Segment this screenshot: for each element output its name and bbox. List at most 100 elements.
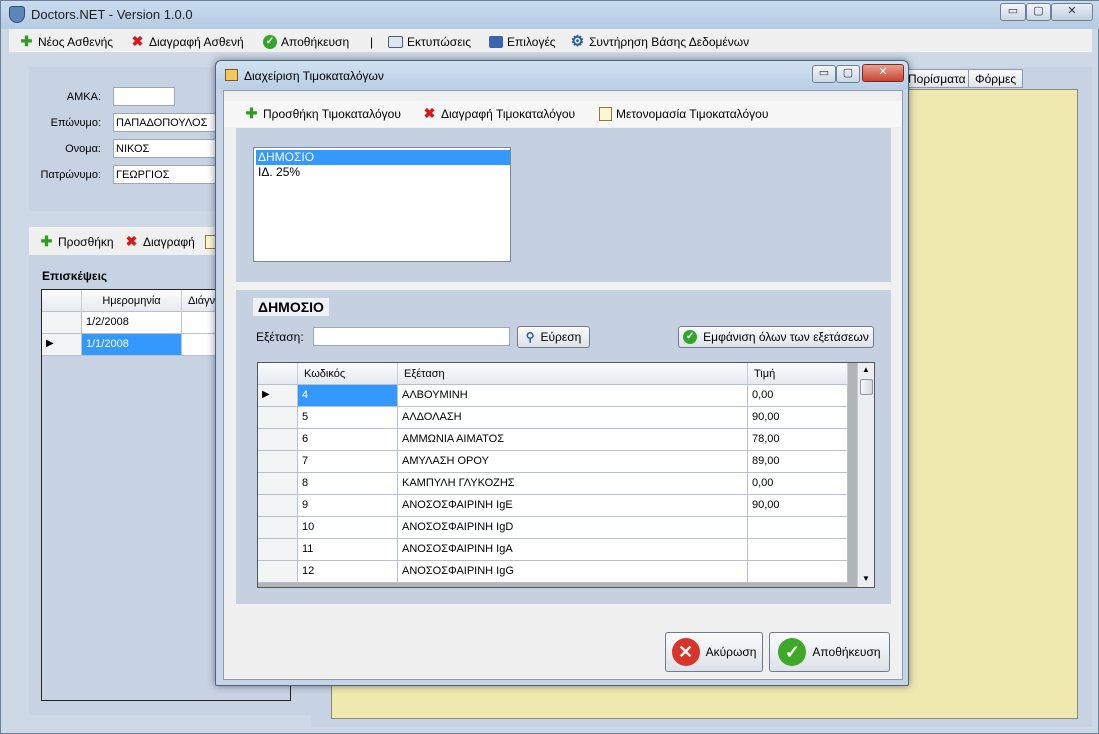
save-check-icon: ✓	[778, 638, 807, 666]
exam-code-cell[interactable]: 11	[298, 539, 398, 561]
pricelist-listbox[interactable]: ΔΗΜΟΣΙΟ ΙΔ. 25%	[253, 147, 511, 262]
row-header[interactable]	[258, 429, 298, 451]
show-all-exams-label: Εμφάνιση όλων των εξετάσεων	[703, 330, 869, 344]
search-label: Εύρεση	[540, 330, 582, 344]
db-maintenance-label: Συντήρηση Βάσης Δεδομένων	[589, 34, 750, 49]
surname-label: Επώνυμο:	[50, 117, 101, 129]
row-header[interactable]: ▶	[258, 385, 298, 407]
exam-name-cell[interactable]: ΑΝΟΣΟΣΦΑΙΡΙΝΗ IgD	[398, 517, 748, 539]
row-header[interactable]	[258, 561, 298, 583]
exam-search-input[interactable]	[313, 327, 510, 346]
scroll-up-icon[interactable]: ▲	[862, 365, 870, 374]
exam-name-cell[interactable]: ΑΛΔΟΛΑΣΗ	[398, 407, 748, 429]
tab-findings[interactable]: Πορίσματα	[901, 69, 973, 88]
tab-forms[interactable]: Φόρμες	[968, 69, 1024, 88]
rename-pricelist-button[interactable]: Μετονομασία Τιμοκαταλόγου	[599, 105, 768, 122]
new-patient-label: Νέος Ασθενής	[38, 34, 114, 49]
name-label: Ονομα:	[65, 143, 101, 155]
dialog-close-button[interactable]: ✕	[862, 64, 904, 82]
add-pricelist-label: Προσθήκη Τιμοκαταλόγου	[263, 106, 401, 121]
row-header[interactable]	[258, 517, 298, 539]
pricelist-item[interactable]: ΔΗΜΟΣΙΟ	[256, 150, 510, 165]
exam-name-cell[interactable]: ΑΜΥΛΑΣΗ ΟΡΟΥ	[398, 451, 748, 473]
options-button[interactable]: Επιλογές	[489, 33, 556, 50]
new-patient-button[interactable]: ✚ Νέος Ασθενής	[19, 33, 113, 50]
column-header-date[interactable]: Ημερομηνία	[82, 290, 182, 312]
exam-code-cell[interactable]: 9	[298, 495, 398, 517]
row-header[interactable]	[258, 495, 298, 517]
maximize-button[interactable]: ▢	[1026, 3, 1051, 21]
exam-price-cell[interactable]: 78,00	[748, 429, 848, 451]
scroll-down-icon[interactable]: ▼	[862, 574, 870, 583]
close-button[interactable]: ✕	[1051, 3, 1093, 21]
pricelist-toolbar: ✚ Προσθήκη Τιμοκαταλόγου ✖ Διαγραφή Τιμοκα…	[224, 101, 902, 127]
delete-patient-button[interactable]: ✖ Διαγραφή Ασθενή	[130, 33, 244, 50]
rename-icon	[599, 106, 612, 121]
exam-price-cell[interactable]	[748, 539, 848, 561]
db-maintenance-button[interactable]: ⚙ Συντήρηση Βάσης Δεδομένων	[570, 33, 749, 50]
exam-code-cell[interactable]: 7	[298, 451, 398, 473]
search-button[interactable]: ⚲ Εύρεση	[517, 326, 590, 348]
exam-code-cell[interactable]: 10	[298, 517, 398, 539]
row-header[interactable]	[42, 312, 82, 334]
delete-visit-button[interactable]: ✖ Διαγραφή	[124, 233, 195, 250]
show-all-exams-button[interactable]: ✓ Εμφάνιση όλων των εξετάσεων	[678, 326, 874, 348]
dialog-save-label: Αποθήκευση	[812, 645, 881, 659]
column-header-price[interactable]: Τιμή	[748, 363, 848, 385]
dialog-save-button[interactable]: ✓ Αποθήκευση	[769, 632, 890, 672]
cancel-button[interactable]: ✕ Ακύρωση	[665, 632, 763, 672]
exam-price-cell[interactable]	[748, 561, 848, 583]
row-header[interactable]	[258, 451, 298, 473]
exam-name-cell[interactable]: ΑΝΟΣΟΣΦΑΙΡΙΝΗ IgG	[398, 561, 748, 583]
exam-name-cell[interactable]: ΑΝΟΣΟΣΦΑΙΡΙΝΗ IgE	[398, 495, 748, 517]
prints-button[interactable]: Εκτυπώσεις	[388, 33, 471, 50]
exam-price-cell[interactable]: 0,00	[748, 473, 848, 495]
visit-date-cell[interactable]: 1/1/2008	[82, 334, 182, 356]
row-header-current[interactable]: ▶	[42, 334, 82, 356]
amka-label: ΑΜΚΑ:	[66, 91, 101, 103]
column-header-code[interactable]: Κωδικός	[298, 363, 398, 385]
save-button[interactable]: ✓ Αποθήκευση	[263, 33, 349, 50]
cancel-label: Ακύρωση	[705, 645, 757, 659]
exam-price-cell[interactable]: 90,00	[748, 495, 848, 517]
delete-visit-label: Διαγραφή	[143, 234, 195, 249]
exam-price-cell[interactable]: 89,00	[748, 451, 848, 473]
menu-separator: |	[370, 34, 374, 49]
minimize-button[interactable]: ▭	[1000, 3, 1026, 21]
pricelist-detail-panel: ΔΗΜΟΣΙΟ Εξέταση: ⚲ Εύρεση ✓ Εμφάνιση όλων …	[236, 290, 891, 604]
main-toolbar: ✚ Νέος Ασθενής ✖ Διαγραφή Ασθενή ✓ Αποθήκευ…	[9, 29, 1092, 53]
scrollbar-thumb[interactable]	[860, 379, 873, 395]
exam-name-cell[interactable]: ΚΑΜΠΥΛΗ ΓΛΥΚΟΖΗΣ	[398, 473, 748, 495]
exam-code-cell[interactable]: 4	[298, 385, 398, 407]
row-header[interactable]	[258, 473, 298, 495]
delete-pricelist-button[interactable]: ✖ Διαγραφή Τιμοκαταλόγου	[422, 105, 576, 122]
main-title-bar: Doctors.NET - Version 1.0.0 ▭ ▢ ✕	[1, 1, 1099, 29]
exam-name-cell[interactable]: ΑΛΒΟΥΜΙΝΗ	[398, 385, 748, 407]
exam-price-cell[interactable]: 0,00	[748, 385, 848, 407]
exam-name-cell[interactable]: ΑΜΜΩΝΙΑ ΑΙΜΑΤΟΣ	[398, 429, 748, 451]
row-header[interactable]	[258, 407, 298, 429]
main-title: Doctors.NET - Version 1.0.0	[31, 7, 193, 22]
visit-date-cell[interactable]: 1/2/2008	[82, 312, 182, 334]
check-icon: ✓	[683, 330, 698, 344]
dialog-app-icon	[225, 69, 238, 81]
exam-code-cell[interactable]: 5	[298, 407, 398, 429]
cancel-icon: ✕	[671, 638, 700, 666]
pricelist-item[interactable]: ΙΔ. 25%	[256, 165, 510, 180]
exam-code-cell[interactable]: 6	[298, 429, 398, 451]
exam-price-cell[interactable]: 90,00	[748, 407, 848, 429]
exam-code-cell[interactable]: 12	[298, 561, 398, 583]
pricelists-panel: ΔΗΜΟΣΙΟ ΙΔ. 25%	[236, 128, 891, 282]
exam-code-cell[interactable]: 8	[298, 473, 398, 495]
app-shield-icon	[9, 6, 25, 23]
row-header[interactable]	[258, 539, 298, 561]
exam-price-cell[interactable]	[748, 517, 848, 539]
dialog-minimize-button[interactable]: ▭	[812, 65, 836, 83]
add-pricelist-button[interactable]: ✚ Προσθήκη Τιμοκαταλόγου	[244, 105, 401, 122]
vertical-scrollbar[interactable]: ▲ ▼	[857, 363, 874, 587]
exam-name-cell[interactable]: ΑΝΟΣΟΣΦΑΙΡΙΝΗ IgA	[398, 539, 748, 561]
dialog-maximize-button[interactable]: ▢	[836, 65, 860, 83]
add-visit-button[interactable]: ✚ Προσθήκη	[39, 233, 114, 250]
amka-field[interactable]	[113, 87, 175, 106]
column-header-exam[interactable]: Εξέταση	[398, 363, 748, 385]
